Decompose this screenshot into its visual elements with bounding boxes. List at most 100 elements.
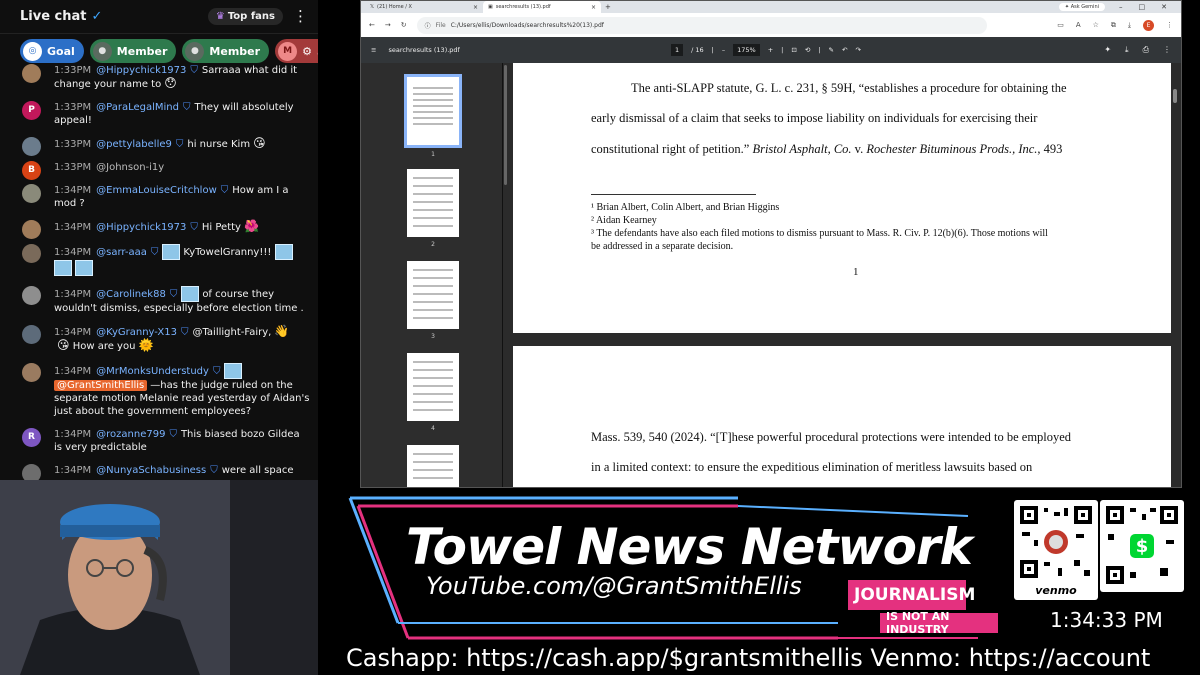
chat-message[interactable]: 1:34PM @sarr-aaa ⛉ KyTowelGranny!!! (0, 244, 318, 276)
maximize-button[interactable]: □ (1139, 3, 1146, 11)
pdf-page-controls: 1 / 16 | – 175% + | ⊡ ⟲ | ✎ ↶ ↷ (671, 37, 861, 63)
verified-shield-icon: ⛉ (175, 139, 184, 150)
new-tab-button[interactable]: + (605, 3, 611, 11)
thumbnail-sidebar[interactable]: 1 2 3 4 (361, 63, 503, 487)
message-author[interactable]: @MrMonksUnderstudy (96, 366, 209, 377)
avatar[interactable] (22, 184, 41, 203)
member-chip[interactable]: ● Member (182, 39, 270, 63)
zoom-in-button[interactable]: + (768, 46, 773, 54)
tab-pdf[interactable]: ▣ searchresults (13).pdf × (483, 1, 601, 13)
fit-page-icon[interactable]: ⊡ (791, 46, 796, 54)
avatar[interactable]: P (22, 101, 41, 120)
message-author[interactable]: @NunyaSchabusiness (96, 465, 206, 476)
page-thumbnail[interactable] (407, 169, 459, 237)
member-chip[interactable]: ● Member (89, 39, 177, 63)
chat-message[interactable]: 1:34PM @Hippychick1973 ⛉ Hi Petty 🌺 (0, 220, 318, 239)
back-icon[interactable]: ← (369, 21, 375, 29)
message-author[interactable]: @sarr-aaa (96, 247, 147, 258)
avatar[interactable] (22, 244, 41, 263)
hamburger-menu-icon[interactable]: ≡ (371, 46, 376, 54)
thumbnail-scrollbar[interactable] (504, 65, 507, 185)
avatar[interactable] (22, 64, 41, 83)
message-author[interactable]: @pettylabelle9 (96, 139, 172, 150)
menu-icon[interactable]: ⋮ (1166, 21, 1173, 29)
avatar[interactable]: B (22, 161, 41, 180)
chat-message[interactable]: 1:33PM @pettylabelle9 ⛉ hi nurse Kim 😘 (0, 137, 318, 156)
chat-message[interactable]: 1:34PM @EmmaLouiseCritchlow ⛉ How am I a mo… (0, 184, 318, 210)
page-thumbnail[interactable] (407, 445, 459, 487)
streamer-image (0, 480, 318, 675)
window-controls: – □ ✕ (1105, 3, 1181, 11)
qr-code-graphic (1020, 506, 1092, 578)
zoom-input[interactable]: 175% (733, 44, 760, 56)
close-icon[interactable]: × (473, 4, 478, 11)
avatar[interactable] (22, 363, 41, 382)
avatar[interactable] (22, 220, 41, 239)
chevron-down-icon[interactable]: ✓ (92, 9, 103, 24)
extensions-icon[interactable]: ⧉ (1111, 21, 1116, 30)
ask-gemini-button[interactable]: ✦ Ask Gemini (1058, 3, 1105, 11)
gemini-icon[interactable]: ✦ (1104, 45, 1111, 55)
message-author[interactable]: @EmmaLouiseCritchlow (96, 185, 217, 196)
chat-message[interactable]: 1:34PM @MrMonksUnderstudy ⛉ @GrantSmithEll… (0, 363, 318, 418)
page-thumbnail[interactable] (407, 353, 459, 421)
forward-icon[interactable]: → (385, 21, 391, 29)
redo-icon[interactable]: ↷ (855, 46, 860, 54)
close-icon[interactable]: × (591, 4, 596, 11)
undo-icon[interactable]: ↶ (842, 46, 847, 54)
chat-message[interactable]: B 1:33PM @Johnson-i1y (0, 161, 318, 180)
message-author[interactable]: @rozanne799 (96, 429, 165, 440)
gift-count: 5 (317, 45, 318, 58)
message-author[interactable]: @Hippychick1973 (96, 65, 186, 76)
address-bar[interactable]: ⓘ File C:/Users/ellis/Downloads/searchre… (416, 16, 987, 34)
page-thumbnail[interactable] (404, 74, 462, 148)
chat-title[interactable]: Live chat (20, 9, 87, 24)
pdf-toolbar: ≡ searchresults (13).pdf 1 / 16 | – 175%… (361, 37, 1181, 63)
print-icon[interactable]: ⎙ (1143, 45, 1149, 55)
tab-x-home[interactable]: 𝕏 (21) Home / X × (365, 1, 483, 13)
minimize-button[interactable]: – (1119, 3, 1123, 11)
message-author[interactable]: @Johnson-i1y (96, 162, 164, 173)
rotate-icon[interactable]: ⟲ (805, 46, 810, 54)
more-options-icon[interactable]: ⋮ (293, 9, 308, 24)
chat-message[interactable]: 1:34PM @KyGranny-X13 ⛉ @Taillight-Fairy, 👋 😘… (0, 325, 318, 353)
download-icon[interactable]: ⤓ (1128, 21, 1131, 30)
gift-chip[interactable]: M ⚙ 5 (275, 39, 318, 63)
cast-icon[interactable]: ▭ (1057, 21, 1064, 29)
url-text[interactable]: C:/Users/ellis/Downloads/searchresults%2… (451, 22, 604, 29)
top-fans-button[interactable]: ♛ Top fans (207, 8, 283, 25)
avatar[interactable] (22, 325, 41, 344)
message-author[interactable]: @Hippychick1973 (96, 222, 186, 233)
bookmark-star-icon[interactable]: ☆ (1093, 21, 1099, 29)
close-window-button[interactable]: ✕ (1161, 3, 1167, 11)
reload-icon[interactable]: ↻ (401, 21, 407, 29)
avatar[interactable] (22, 286, 41, 305)
mention-tag[interactable]: @GrantSmithEllis (54, 380, 148, 391)
chat-message[interactable]: 1:34PM @NunyaSchabusiness ⛉ were all space (0, 464, 318, 480)
goal-chip[interactable]: ◎ Goal (20, 39, 84, 63)
zoom-out-button[interactable]: – (722, 46, 725, 54)
message-author[interactable]: @KyGranny-X13 (96, 327, 177, 338)
avatar[interactable]: R (22, 428, 41, 447)
pdf-viewer[interactable]: 1 2 3 4 The anti-SLAPP statute, G. L. c.… (361, 63, 1181, 487)
chat-message[interactable]: 1:34PM @Carolinek88 ⛉ of course they wouldn… (0, 286, 318, 315)
page-thumbnail[interactable] (407, 261, 459, 329)
document-scrollbar[interactable] (1173, 89, 1177, 103)
annotate-icon[interactable]: ✎ (828, 46, 833, 54)
chat-message[interactable]: P 1:33PM @ParaLegalMind ⛉ They will absolut… (0, 101, 318, 127)
page-number: 1 (853, 266, 859, 278)
document-text-line: Mass. 539, 540 (2024). “[T]hese powerful… (591, 430, 1072, 444)
avatar[interactable] (22, 464, 41, 480)
crown-icon: ♛ (215, 11, 225, 22)
more-options-icon[interactable]: ⋮ (1163, 45, 1171, 55)
avatar[interactable] (22, 137, 41, 156)
chat-message[interactable]: 1:33PM @Hippychick1973 ⛉ Sarraaa what did i… (0, 64, 318, 91)
page-number-input[interactable]: 1 (671, 44, 684, 56)
translate-icon[interactable]: A (1076, 21, 1081, 29)
profile-avatar[interactable]: E (1143, 19, 1154, 31)
message-author[interactable]: @Carolinek88 (96, 289, 166, 300)
chat-message[interactable]: R 1:34PM @rozanne799 ⛉ This biased bozo Gil… (0, 428, 318, 454)
message-author[interactable]: @ParaLegalMind (96, 102, 179, 113)
download-icon[interactable]: ⤓ (1125, 45, 1129, 55)
chat-message-list[interactable]: 1:33PM @Hippychick1973 ⛉ Sarraaa what did i… (0, 64, 318, 480)
